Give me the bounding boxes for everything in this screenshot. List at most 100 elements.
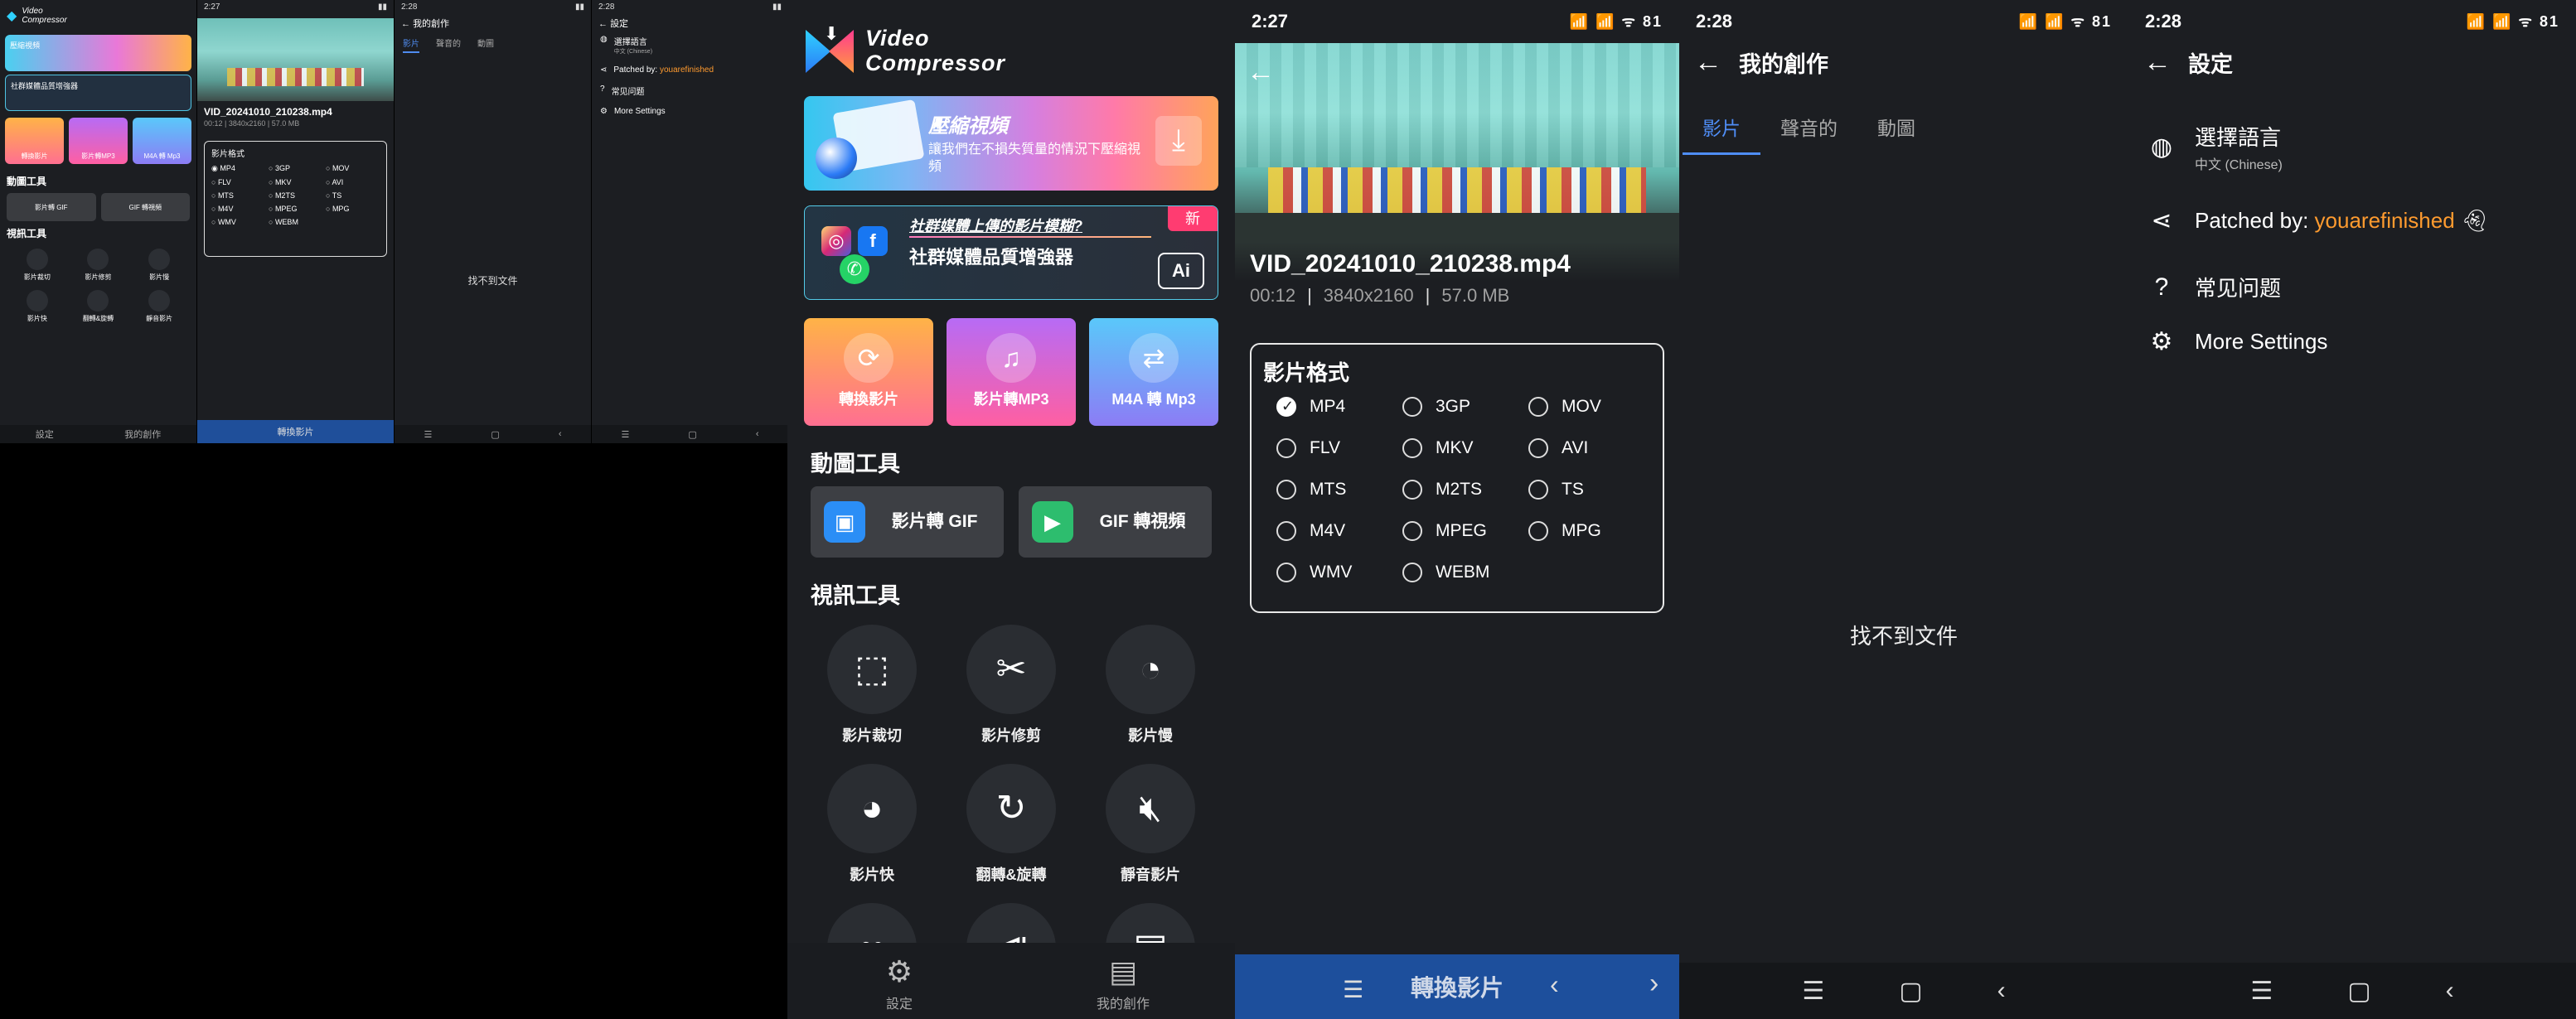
trim-tool[interactable]: ✂ 影片修剪 (942, 625, 1081, 746)
format-label: M4V (1310, 521, 1346, 540)
thumb-setting-patched[interactable]: ⋖ Patched by: youarefinished (592, 60, 787, 80)
format-option-mts[interactable]: MTS (1276, 480, 1402, 500)
video-duration: 00:12 (1250, 285, 1296, 306)
thumb-works[interactable]: 2:28 ▮▮ ← 我的創作 影片 聲音的 動圖 找不到文件 ☰ ▢ ‹ (395, 0, 591, 443)
format-option-flv[interactable]: FLV (1276, 438, 1402, 458)
radio-icon[interactable] (1402, 563, 1422, 582)
thumb-tool[interactable]: 影片修剪 (68, 249, 129, 282)
format-option-avi[interactable]: AVI (1528, 438, 1654, 458)
radio-icon[interactable] (1402, 521, 1422, 541)
radio-icon[interactable] (1528, 480, 1548, 500)
next-icon[interactable]: › (1649, 968, 1658, 1000)
thumb-tool[interactable]: 影片慢 (128, 249, 190, 282)
thumb-convert[interactable]: 2:27 ▮▮ VID_20241010_210238.mp4 00:12 | 3… (197, 0, 394, 443)
thumb-nav-settings[interactable]: 設定 (36, 427, 54, 441)
format-option-mp4[interactable]: MP4 (1276, 397, 1402, 417)
format-option-webm[interactable]: WEBM (1402, 563, 1528, 582)
banner-title: 壓縮視頻 (928, 115, 1008, 138)
radio-icon[interactable] (1276, 480, 1296, 500)
thumb-settings[interactable]: 2:28 ▮▮ ← 設定 ◍ 選擇語言 中文 (Chinese) ⋖ Patched b… (592, 0, 787, 443)
m4a-to-mp3-card[interactable]: ⇄ M4A 轉 Mp3 (1089, 318, 1218, 426)
radio-icon[interactable] (1276, 521, 1296, 541)
thumb-works-title: ← 我的創作 (401, 19, 450, 29)
thumb-tab[interactable]: 影片 (403, 36, 419, 53)
recents-icon[interactable]: ☰ (2250, 977, 2273, 1006)
convert-button[interactable]: 轉換影片 (1411, 970, 1503, 1003)
works-tabs: 影片 聲音的 動圖 (1679, 106, 2128, 155)
thumb-gif-tool[interactable]: GIF 轉視頻 (100, 193, 190, 221)
thumb-tab[interactable]: 聲音的 (436, 36, 461, 53)
back-arrow-icon[interactable]: ← (2143, 46, 2172, 79)
thumb-card[interactable]: 轉換影片 (5, 118, 64, 164)
thumb-banner-enhancer[interactable]: 社群媒體品質增強器 (5, 75, 191, 111)
home-icon[interactable]: ▢ (1899, 977, 1922, 1006)
radio-icon[interactable] (1528, 521, 1548, 541)
thumb-card[interactable]: M4A 轉 Mp3 (133, 118, 191, 164)
back-icon[interactable]: ‹ (1997, 977, 2006, 1005)
thumb-setting-language[interactable]: ◍ 選擇語言 中文 (Chinese) (592, 30, 787, 60)
radio-icon[interactable] (1276, 397, 1296, 417)
fast-tool[interactable]: ◕ 影片快 (802, 764, 942, 885)
menu-icon[interactable]: ☰ (1343, 976, 1363, 1003)
home-icon[interactable]: ▢ (2347, 977, 2370, 1006)
back-nav-icon[interactable]: ‹ (1550, 969, 1559, 1000)
gif-to-video-button[interactable]: ▶ GIF 轉視頻 (1019, 486, 1212, 558)
convert-video-card[interactable]: ⟳ 轉換影片 (804, 318, 933, 426)
thumb-setting-more[interactable]: ⚙ More Settings (592, 102, 787, 121)
thumb-tool[interactable]: 影片裁切 (7, 249, 68, 282)
setting-language[interactable]: ◍ 選擇語言 中文 (Chinese) (2128, 121, 2576, 173)
radio-icon[interactable] (1276, 563, 1296, 582)
format-option-ts[interactable]: TS (1528, 480, 1654, 500)
radio-icon[interactable] (1402, 438, 1422, 458)
radio-icon[interactable] (1528, 397, 1548, 417)
status-time: 2:28 (1696, 11, 1733, 31)
video-preview[interactable]: ← (1235, 43, 1679, 242)
nav-my-works[interactable]: ▤ 我的創作 (1057, 943, 1189, 1019)
thumb-action-bar[interactable]: 轉換影片 (197, 420, 394, 443)
format-option-3gp[interactable]: 3GP (1402, 397, 1528, 417)
video-to-mp3-card[interactable]: ♫ 影片轉MP3 (947, 318, 1076, 426)
thumb-card[interactable]: 影片轉MP3 (69, 118, 128, 164)
format-option-mpg[interactable]: MPG (1528, 521, 1654, 541)
thumb-tab[interactable]: 動圖 (477, 36, 494, 53)
back-arrow-icon[interactable]: ← (1247, 56, 1275, 89)
thumb-home[interactable]: ◆ Video Compressor 壓縮視頻 社群媒體品質增強器 轉換影片 影片… (0, 0, 196, 443)
thumb-banner-compress[interactable]: 壓縮視頻 (5, 35, 191, 71)
radio-icon[interactable] (1402, 397, 1422, 417)
rotate-tool[interactable]: ↻ 翻轉&旋轉 (942, 764, 1081, 885)
format-option-m4v[interactable]: M4V (1276, 521, 1402, 541)
radio-icon[interactable] (1276, 438, 1296, 458)
back-icon[interactable]: ‹ (2446, 977, 2454, 1005)
share-icon: ⋖ (2151, 207, 2172, 234)
thumb-tool[interactable]: 靜音影片 (128, 290, 190, 323)
setting-more[interactable]: ⚙ More Settings (2128, 327, 2576, 356)
crop-tool[interactable]: ⬚ 影片裁切 (802, 625, 942, 746)
thumb-tool[interactable]: 翻轉&旋轉 (68, 290, 129, 323)
setting-patched[interactable]: ⋖ Patched by: youarefinished 👻︎ (2128, 206, 2576, 235)
tab-video[interactable]: 影片 (1683, 106, 1760, 155)
thumb-nav-works[interactable]: 我的創作 (124, 427, 161, 441)
format-option-wmv[interactable]: WMV (1276, 563, 1402, 582)
slow-tool[interactable]: ◔ 影片慢 (1081, 625, 1220, 746)
compress-video-banner[interactable]: 壓縮視頻 讓我們在不損失質量的情況下壓縮視頻 ⤓ (804, 96, 1218, 191)
thumb-setting-faq[interactable]: ? 常见问题 (592, 80, 787, 102)
format-option-mov[interactable]: MOV (1528, 397, 1654, 417)
thumb-gif-tool[interactable]: 影片轉 GIF (7, 193, 96, 221)
nav-settings[interactable]: ⚙ 設定 (833, 943, 966, 1019)
format-option-m2ts[interactable]: M2TS (1402, 480, 1528, 500)
social-enhancer-banner[interactable]: 新 ◎ f ✆ 社群媒體上傳的影片模糊? 社群媒體品質增強器 Ai (804, 205, 1218, 300)
setting-faq[interactable]: ? 常见问题 (2128, 272, 2576, 302)
format-option-mkv[interactable]: MKV (1402, 438, 1528, 458)
back-arrow-icon[interactable]: ← (1694, 46, 1722, 79)
tab-audio[interactable]: 聲音的 (1760, 106, 1857, 155)
format-option-mpeg[interactable]: MPEG (1402, 521, 1528, 541)
thumb-tool[interactable]: 影片快 (7, 290, 68, 323)
tab-gif[interactable]: 動圖 (1857, 106, 1935, 155)
radio-icon[interactable] (1402, 480, 1422, 500)
recents-icon[interactable]: ☰ (1802, 977, 1824, 1006)
radio-icon[interactable] (1528, 438, 1548, 458)
convert-screen: 2:27 📶 📶 ᯤ 81 ← VID_20241010_210238.mp4 … (1235, 0, 1679, 1019)
convert-action-bar[interactable]: ☰ 轉換影片 ‹ › (1235, 954, 1679, 1019)
mute-tool[interactable]: 🔇︎ 靜音影片 (1081, 764, 1220, 885)
video-to-gif-button[interactable]: ▣ 影片轉 GIF (811, 486, 1004, 558)
